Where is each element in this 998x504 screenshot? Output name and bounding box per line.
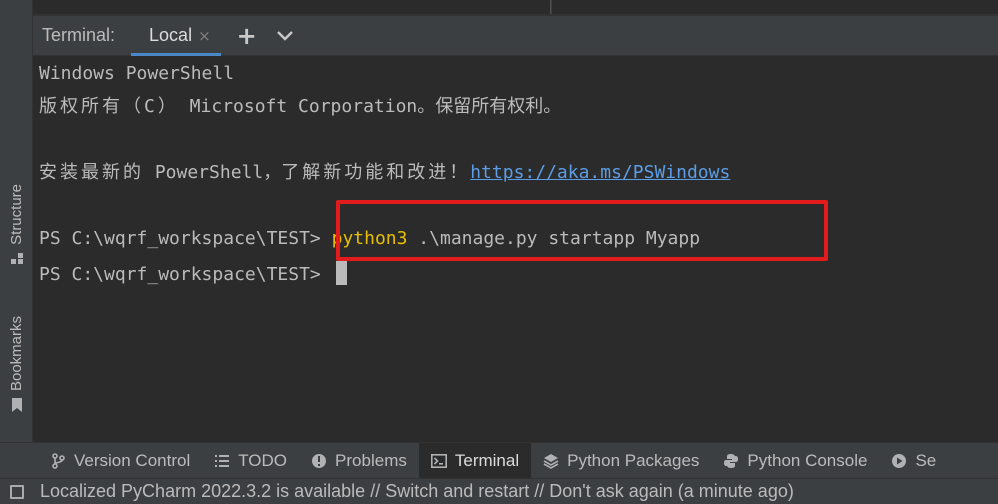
problems-label: Problems bbox=[335, 450, 407, 470]
terminal-line: Windows PowerShell bbox=[39, 63, 235, 84]
layers-icon bbox=[543, 453, 559, 469]
bookmarks-tool-tab[interactable]: Bookmarks bbox=[0, 316, 33, 413]
tool-windows-toggle-icon[interactable] bbox=[10, 484, 24, 499]
terminal-line: 安装最新的 PowerShell，了解新功能和改进！https://aka.ms… bbox=[39, 162, 730, 184]
close-icon[interactable]: × bbox=[198, 27, 211, 45]
status-bar: Localized PyCharm 2022.3.2 is available … bbox=[0, 478, 998, 504]
editor-top-strip bbox=[0, 0, 998, 16]
terminal-icon bbox=[430, 453, 447, 469]
version-control-tab[interactable]: Version Control bbox=[38, 443, 202, 479]
terminal-tool-label: Terminal bbox=[454, 450, 520, 470]
python-packages-tab[interactable]: Python Packages bbox=[531, 443, 711, 479]
learn-cjk-text: 了解新功能和改进！ bbox=[281, 162, 471, 183]
copyright-text: Microsoft Corporation。保留所有权利。 bbox=[178, 96, 562, 117]
active-tab-indicator bbox=[131, 52, 221, 56]
python-icon bbox=[723, 453, 739, 469]
editor-area-edge bbox=[33, 0, 551, 14]
chevron-down-icon[interactable] bbox=[273, 24, 297, 48]
todo-tab[interactable]: TODO bbox=[202, 443, 299, 479]
prompt: PS C:\wqrf_workspace\TEST> bbox=[39, 264, 332, 285]
text-cursor bbox=[335, 261, 347, 285]
prompt: PS C:\wqrf_workspace\TEST> bbox=[39, 228, 332, 249]
structure-icon bbox=[10, 251, 24, 265]
left-tool-stripe: Structure Bookmarks bbox=[0, 0, 33, 442]
side-panel-edge bbox=[552, 0, 998, 14]
bookmarks-label: Bookmarks bbox=[8, 316, 25, 392]
python-console-label: Python Console bbox=[747, 450, 868, 470]
install-cjk-text: 安装最新的 bbox=[39, 162, 144, 183]
python-packages-label: Python Packages bbox=[567, 450, 700, 470]
branch-icon bbox=[50, 452, 66, 469]
terminal-line: 版权所有（C） Microsoft Corporation。保留所有权利。 bbox=[39, 96, 561, 118]
version-control-label: Version Control bbox=[74, 450, 191, 470]
todo-label: TODO bbox=[238, 450, 288, 470]
powershell-text: PowerShell， bbox=[144, 162, 282, 183]
terminal-tab-label: Local bbox=[149, 25, 193, 45]
add-terminal-button[interactable]: + bbox=[235, 22, 259, 50]
structure-tool-tab[interactable]: Structure bbox=[0, 184, 33, 265]
copyright-cjk-text: 版权所有（C） bbox=[39, 96, 179, 117]
powershell-link[interactable]: https://aka.ms/PSWindows bbox=[470, 162, 730, 183]
terminal-line: PS C:\wqrf_workspace\TEST> bbox=[39, 261, 347, 286]
bookmark-icon bbox=[10, 397, 24, 413]
terminal-tool-tab[interactable]: Terminal bbox=[418, 442, 532, 479]
status-message[interactable]: Localized PyCharm 2022.3.2 is available … bbox=[40, 481, 794, 502]
terminal-tab-local[interactable]: Local × bbox=[131, 16, 221, 56]
problems-tab[interactable]: Problems bbox=[299, 443, 419, 479]
terminal-title: Terminal: bbox=[42, 25, 116, 45]
info-icon bbox=[311, 453, 327, 469]
list-icon bbox=[214, 453, 230, 469]
highlight-box bbox=[336, 200, 828, 261]
play-icon bbox=[891, 453, 907, 469]
bottom-tool-bar: Version Control TODO Problems Terminal P… bbox=[0, 442, 998, 479]
terminal-output[interactable]: Windows PowerShell 版权所有（C） Microsoft Cor… bbox=[33, 57, 998, 442]
structure-label: Structure bbox=[8, 184, 25, 245]
services-label: Se bbox=[915, 450, 937, 470]
services-tab[interactable]: Se bbox=[879, 443, 936, 479]
python-console-tab[interactable]: Python Console bbox=[711, 443, 879, 479]
terminal-header: Terminal: Local × + bbox=[33, 16, 998, 56]
